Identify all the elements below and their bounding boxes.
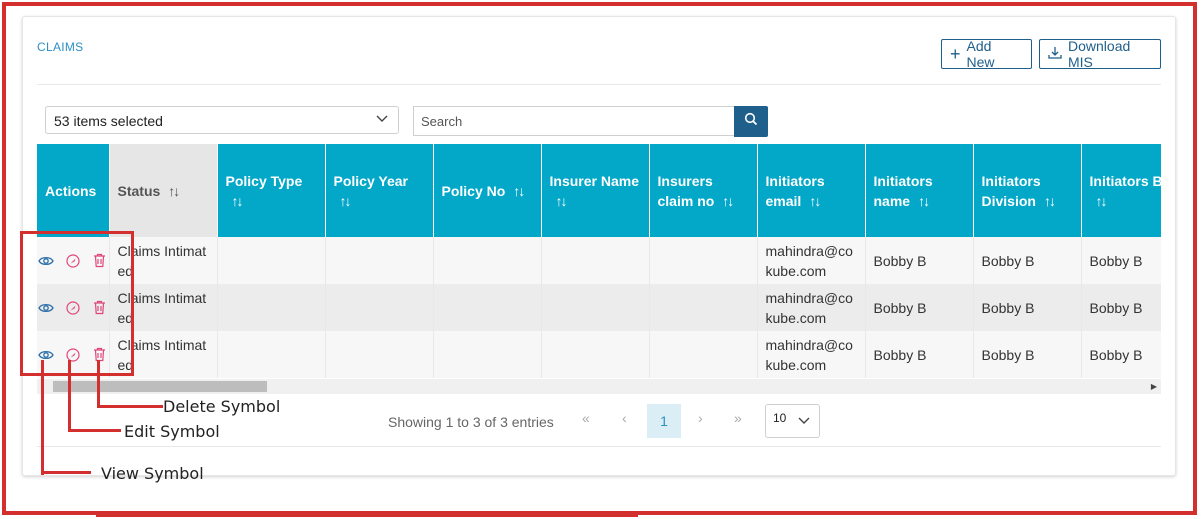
table-row: Claims Intimated mahindra@cokube.com Bobby… (37, 284, 1161, 331)
annotation-edit-label: Edit Symbol (124, 422, 220, 441)
divider (37, 446, 1161, 447)
cell-insurers-claim-no (649, 237, 758, 284)
cell-policy-no (433, 331, 542, 378)
search-button[interactable] (734, 106, 768, 137)
chevron-down-icon (798, 414, 810, 429)
sort-icon[interactable]: ↑↓ (722, 193, 734, 209)
scrollbar-thumb[interactable] (53, 381, 267, 392)
cell-bl: Bobby B (1081, 331, 1161, 378)
last-page-button[interactable]: » (734, 410, 742, 426)
entries-summary: Showing 1 to 3 of 3 entries (388, 414, 554, 430)
sort-icon[interactable]: ↑↓ (1096, 193, 1108, 209)
page-size-select[interactable]: 10 (765, 404, 820, 438)
annotation-view-label: View Symbol (101, 464, 204, 483)
cell-email: mahindra@cokube.com (757, 237, 866, 284)
download-mis-label: Download MIS (1068, 38, 1131, 70)
column-header-policy-type[interactable]: Policy Type ↑↓ (217, 144, 326, 237)
cell-division: Bobby B (973, 237, 1082, 284)
column-header-initiators-name[interactable]: Initiators name ↑↓ (865, 144, 974, 237)
sort-icon[interactable]: ↑↓ (168, 183, 180, 199)
column-header-status[interactable]: Status ↑↓ (109, 144, 218, 237)
column-header-insurers-claim-no[interactable]: Insurers claim no ↑↓ (649, 144, 758, 237)
column-header-initiators-email[interactable]: Initiators email ↑↓ (757, 144, 866, 237)
cell-division: Bobby B (973, 284, 1082, 331)
annotation-line (97, 360, 100, 408)
sort-icon[interactable]: ↑↓ (340, 193, 352, 209)
next-page-button[interactable]: › (698, 410, 703, 426)
annotation-line (97, 405, 163, 408)
cell-insurer-name (541, 331, 650, 378)
cell-name: Bobby B (865, 237, 974, 284)
column-header-policy-no[interactable]: Policy No ↑↓ (433, 144, 542, 237)
column-header-initiators-division[interactable]: Initiators Division ↑↓ (973, 144, 1082, 237)
search-input[interactable] (413, 106, 735, 136)
first-page-button[interactable]: « (582, 410, 590, 426)
cell-policy-year (325, 237, 434, 284)
cell-name: Bobby B (865, 331, 974, 378)
column-header-actions: Actions (37, 144, 110, 237)
cell-policy-type (217, 331, 326, 378)
cell-policy-type (217, 284, 326, 331)
plus-icon: + (950, 44, 961, 64)
download-icon (1048, 46, 1062, 63)
horizontal-scrollbar[interactable]: ▶ (37, 379, 1161, 394)
prev-page-button[interactable]: ‹ (622, 410, 627, 426)
cell-insurer-name (541, 237, 650, 284)
cell-email: mahindra@cokube.com (757, 331, 866, 378)
sort-icon[interactable]: ↑↓ (1044, 193, 1056, 209)
sort-icon[interactable]: ↑↓ (513, 183, 525, 199)
current-page-button[interactable]: 1 (647, 404, 681, 438)
selection-label: 53 items selected (54, 113, 163, 129)
annotation-line (41, 360, 44, 475)
sort-icon[interactable]: ↑↓ (809, 193, 821, 209)
table-header-row: Actions Status ↑↓ Policy Type ↑↓ Policy Ye… (37, 144, 1161, 237)
claims-table: Actions Status ↑↓ Policy Type ↑↓ Policy Ye… (37, 144, 1161, 378)
cell-insurers-claim-no (649, 331, 758, 378)
annotation-line (41, 471, 91, 474)
annotation-actions-box (20, 231, 134, 376)
cell-bl: Bobby B (1081, 284, 1161, 331)
annotation-line (68, 429, 121, 432)
sort-icon[interactable]: ↑↓ (918, 193, 930, 209)
cell-policy-no (433, 284, 542, 331)
claims-table-container: Actions Status ↑↓ Policy Type ↑↓ Policy Ye… (37, 144, 1161, 380)
annotation-bottom-line (96, 514, 638, 517)
page-title: CLAIMS (37, 40, 84, 54)
page-size-value: 10 (773, 411, 787, 425)
cell-insurer-name (541, 284, 650, 331)
cell-name: Bobby B (865, 284, 974, 331)
table-row: Claims Intimated mahindra@cokube.com Bobby… (37, 237, 1161, 284)
cell-policy-type (217, 237, 326, 284)
download-mis-button[interactable]: Download MIS (1039, 38, 1161, 70)
column-header-insurer-name[interactable]: Insurer Name ↑↓ (541, 144, 650, 237)
cell-policy-year (325, 284, 434, 331)
chevron-down-icon (376, 111, 388, 127)
cell-insurers-claim-no (649, 284, 758, 331)
sort-icon[interactable]: ↑↓ (232, 193, 244, 209)
cell-division: Bobby B (973, 331, 1082, 378)
cell-email: mahindra@cokube.com (757, 284, 866, 331)
cell-policy-no (433, 237, 542, 284)
cell-bl: Bobby B (1081, 237, 1161, 284)
cell-policy-year (325, 331, 434, 378)
column-select-dropdown[interactable]: 53 items selected (45, 106, 399, 134)
column-header-policy-year[interactable]: Policy Year ↑↓ (325, 144, 434, 237)
annotation-line (68, 360, 71, 432)
column-header-initiators-bl[interactable]: Initiators Bl ↑↓ (1081, 144, 1161, 237)
sort-icon[interactable]: ↑↓ (556, 193, 568, 209)
divider (37, 84, 1161, 85)
table-row: Claims Intimated mahindra@cokube.com Bobby… (37, 331, 1161, 378)
add-new-button[interactable]: + Add New (941, 38, 1032, 70)
scroll-right-arrow-icon[interactable]: ▶ (1151, 382, 1157, 391)
annotation-delete-label: Delete Symbol (163, 397, 281, 416)
search-icon (744, 112, 758, 131)
add-new-label: Add New (966, 38, 995, 70)
